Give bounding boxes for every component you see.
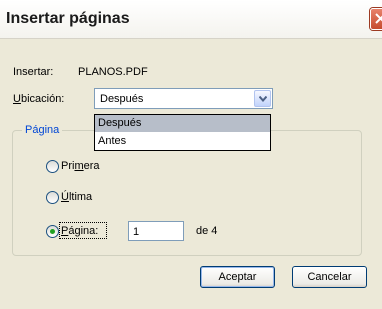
location-label: Ubicación: (13, 93, 65, 105)
radio-page[interactable] (46, 225, 59, 238)
close-icon (375, 13, 382, 24)
radio-page-label[interactable]: Página: (61, 225, 98, 237)
cancel-button[interactable]: Cancelar (292, 266, 367, 288)
insert-filename: PLANOS.PDF (78, 66, 148, 78)
location-select-arrow[interactable] (254, 90, 271, 107)
location-select-value: Después (100, 93, 144, 105)
location-dropdown-list: Después Antes (94, 114, 271, 151)
location-option-despues[interactable]: Después (95, 115, 270, 132)
radio-first-label[interactable]: Primera (61, 160, 100, 172)
insert-pages-dialog: Insertar páginas Insertar: PLANOS.PDF Ub… (0, 0, 382, 309)
page-number-value: 1 (133, 226, 140, 238)
radio-last[interactable] (46, 191, 59, 204)
radio-last-label[interactable]: Última (61, 191, 92, 203)
page-count-label: de 4 (196, 225, 218, 237)
page-group-legend: Página (22, 124, 63, 136)
close-button[interactable] (370, 8, 382, 30)
location-option-label: Antes (98, 135, 127, 147)
page-number-input[interactable]: 1 (128, 221, 184, 241)
insert-label: Insertar: (13, 66, 54, 78)
accept-button[interactable]: Aceptar (200, 266, 275, 288)
window-title: Insertar páginas (6, 10, 130, 27)
location-option-antes[interactable]: Antes (95, 133, 270, 150)
location-option-label: Después (98, 117, 142, 129)
location-select[interactable]: Después (94, 88, 273, 109)
chevron-down-icon (259, 96, 267, 102)
radio-first[interactable] (46, 160, 59, 173)
title-bar: Insertar páginas (0, 0, 382, 39)
